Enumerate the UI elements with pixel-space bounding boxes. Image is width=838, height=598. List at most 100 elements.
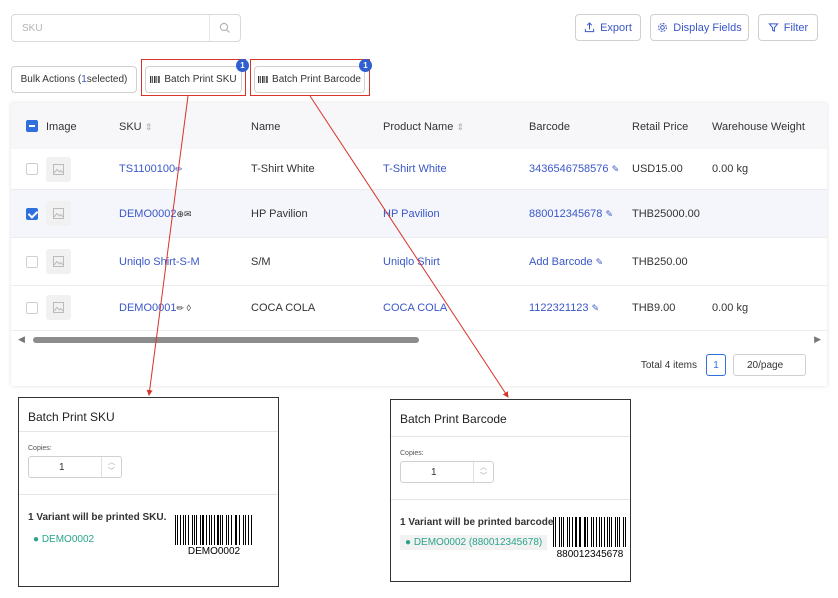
barcode-bar (236, 515, 237, 545)
barcode-bar (227, 515, 229, 545)
product-image-placeholder (46, 201, 71, 226)
page-number-button[interactable]: 1 (706, 354, 726, 376)
product-image-placeholder (46, 157, 71, 182)
header-barcode: Barcode (529, 121, 570, 133)
barcode-link[interactable]: 1122321123 ✎ (529, 302, 599, 314)
edit-icon[interactable]: ✎ (605, 209, 613, 219)
variants-table: Image SKU ⇕ Name Product Name ⇕ Barcode … (11, 103, 827, 386)
header-product-name[interactable]: Product Name ⇕ (383, 121, 464, 133)
barcode-bar (607, 517, 608, 547)
sku-link[interactable]: DEMO0002⊕✉ (119, 208, 192, 220)
filter-button[interactable]: Filter (758, 14, 818, 41)
chevron-down-icon[interactable]: ﹀ (480, 471, 487, 481)
table-row[interactable]: DEMO0001✏ ◊ COCA COLA COCA COLA 11223211… (11, 286, 827, 331)
product-image-placeholder (46, 295, 71, 320)
product-image-placeholder (46, 249, 71, 274)
batch-print-barcode-button[interactable]: Batch Print Barcode (254, 66, 365, 93)
filter-label: Filter (783, 21, 809, 34)
scroll-right-icon[interactable]: ▶ (814, 334, 821, 345)
copies-stepper[interactable]: 1 ︿ ﹀ (400, 461, 494, 483)
barcode-bar (568, 517, 570, 547)
page-size-select[interactable]: 20/page ⌄ (733, 354, 806, 376)
barcode-image (553, 517, 627, 547)
barcode-bar (238, 515, 241, 545)
table-row[interactable]: Uniqlo Shirt-S-M S/M Uniqlo Shirt Add Ba… (11, 238, 827, 286)
sku-link[interactable]: TS1100100✏ (119, 163, 183, 175)
stepper-arrows[interactable]: ︿ ﹀ (473, 462, 493, 482)
barcode-link[interactable]: 880012345678 ✎ (529, 208, 613, 220)
chevron-down-icon[interactable]: ﹀ (108, 466, 115, 476)
header-image: Image (46, 121, 77, 133)
edit-icon[interactable]: ✎ (612, 164, 620, 174)
row-checkbox[interactable] (26, 302, 38, 314)
divider (391, 436, 630, 437)
barcode-link[interactable]: 3436546758576 ✎ (529, 163, 619, 175)
copies-stepper[interactable]: 1 ︿ ﹀ (28, 456, 122, 478)
barcode-image (175, 515, 253, 545)
table-row[interactable]: TS1100100✏ T-Shirt White T-Shirt White 3… (11, 149, 827, 190)
scrollbar-thumb[interactable] (33, 337, 419, 343)
panel-title: Batch Print Barcode (400, 412, 507, 426)
bulk-actions-button[interactable]: Bulk Actions (1 selected) (11, 66, 137, 93)
filter-icon (768, 23, 779, 32)
product-name-link[interactable]: Uniqlo Shirt (383, 256, 440, 268)
batch-print-sku-label: Batch Print SKU (164, 74, 237, 85)
add-barcode-link[interactable]: Add Barcode ✎ (529, 256, 603, 268)
sku-text: DEMO0001 (119, 302, 177, 314)
barcode-text: 1122321123 (529, 302, 589, 314)
name-cell: T-Shirt White (251, 163, 315, 175)
sort-icon[interactable]: ⇕ (145, 122, 153, 132)
sku-link[interactable]: DEMO0001✏ ◊ (119, 302, 191, 314)
name-cell: S/M (251, 256, 271, 268)
batch-print-sku-button[interactable]: Batch Print SKU (145, 66, 242, 93)
barcode-bar (179, 515, 181, 545)
display-fields-button[interactable]: Display Fields (650, 14, 749, 41)
row-checkbox[interactable] (26, 208, 38, 220)
table-header: Image SKU ⇕ Name Product Name ⇕ Barcode … (11, 103, 827, 149)
sort-icon[interactable]: ⇕ (456, 122, 464, 132)
barcode-caption: DEMO0002 (187, 546, 241, 557)
total-items: Total 4 items (640, 360, 697, 371)
barcode-bar (217, 515, 219, 545)
barcode-bar (244, 515, 246, 545)
bulk-suffix: selected) (86, 74, 128, 85)
image-icon (53, 208, 64, 219)
header-sku[interactable]: SKU ⇕ (119, 121, 152, 133)
stepper-arrows[interactable]: ︿ ﹀ (101, 457, 121, 477)
weight-cell: 0.00 kg (712, 302, 749, 314)
variant-text: DEMO0002 (880012345678) (413, 537, 543, 548)
edit-icon[interactable]: ✎ (596, 257, 604, 267)
row-checkbox[interactable] (26, 256, 38, 268)
chevron-down-icon: ⌄ (747, 360, 754, 369)
edit-icon[interactable]: ✎ (592, 303, 600, 313)
sku-search-input[interactable]: SKU (11, 14, 241, 42)
divider (19, 431, 278, 432)
barcode-bar (251, 515, 252, 545)
product-name-link[interactable]: HP Pavilion (383, 208, 440, 220)
copies-label: Copies: (400, 450, 424, 457)
product-name-link[interactable]: T-Shirt White (383, 163, 447, 175)
copies-value: 1 (431, 467, 437, 478)
header-product-name-label: Product Name (383, 121, 454, 133)
divider (19, 494, 278, 495)
horizontal-scrollbar[interactable]: ◀ ▶ (11, 334, 827, 346)
product-name-link[interactable]: COCA COLA (383, 302, 447, 314)
barcode-bar (579, 517, 581, 547)
search-divider (209, 15, 210, 41)
scroll-left-icon[interactable]: ◀ (18, 334, 25, 345)
select-all-checkbox[interactable] (26, 120, 38, 132)
table-row[interactable]: DEMO0002⊕✉ HP Pavilion HP Pavilion 88001… (11, 190, 827, 238)
barcode-bar (196, 515, 197, 545)
tag-icon: ⊕✉ (176, 209, 192, 219)
barcode-bar (201, 515, 204, 545)
sku-link[interactable]: Uniqlo Shirt-S-M (119, 256, 200, 268)
bulk-prefix: Bulk Actions ( (20, 74, 82, 85)
row-checkbox[interactable] (26, 163, 38, 175)
search-icon[interactable] (219, 22, 231, 34)
barcode-text: Add Barcode (529, 256, 593, 268)
panel-title: Batch Print SKU (28, 410, 115, 424)
barcode-caption: 880012345678 (556, 549, 624, 560)
barcode-bar (592, 517, 594, 547)
gear-icon (658, 23, 668, 32)
export-button[interactable]: Export (575, 14, 641, 41)
